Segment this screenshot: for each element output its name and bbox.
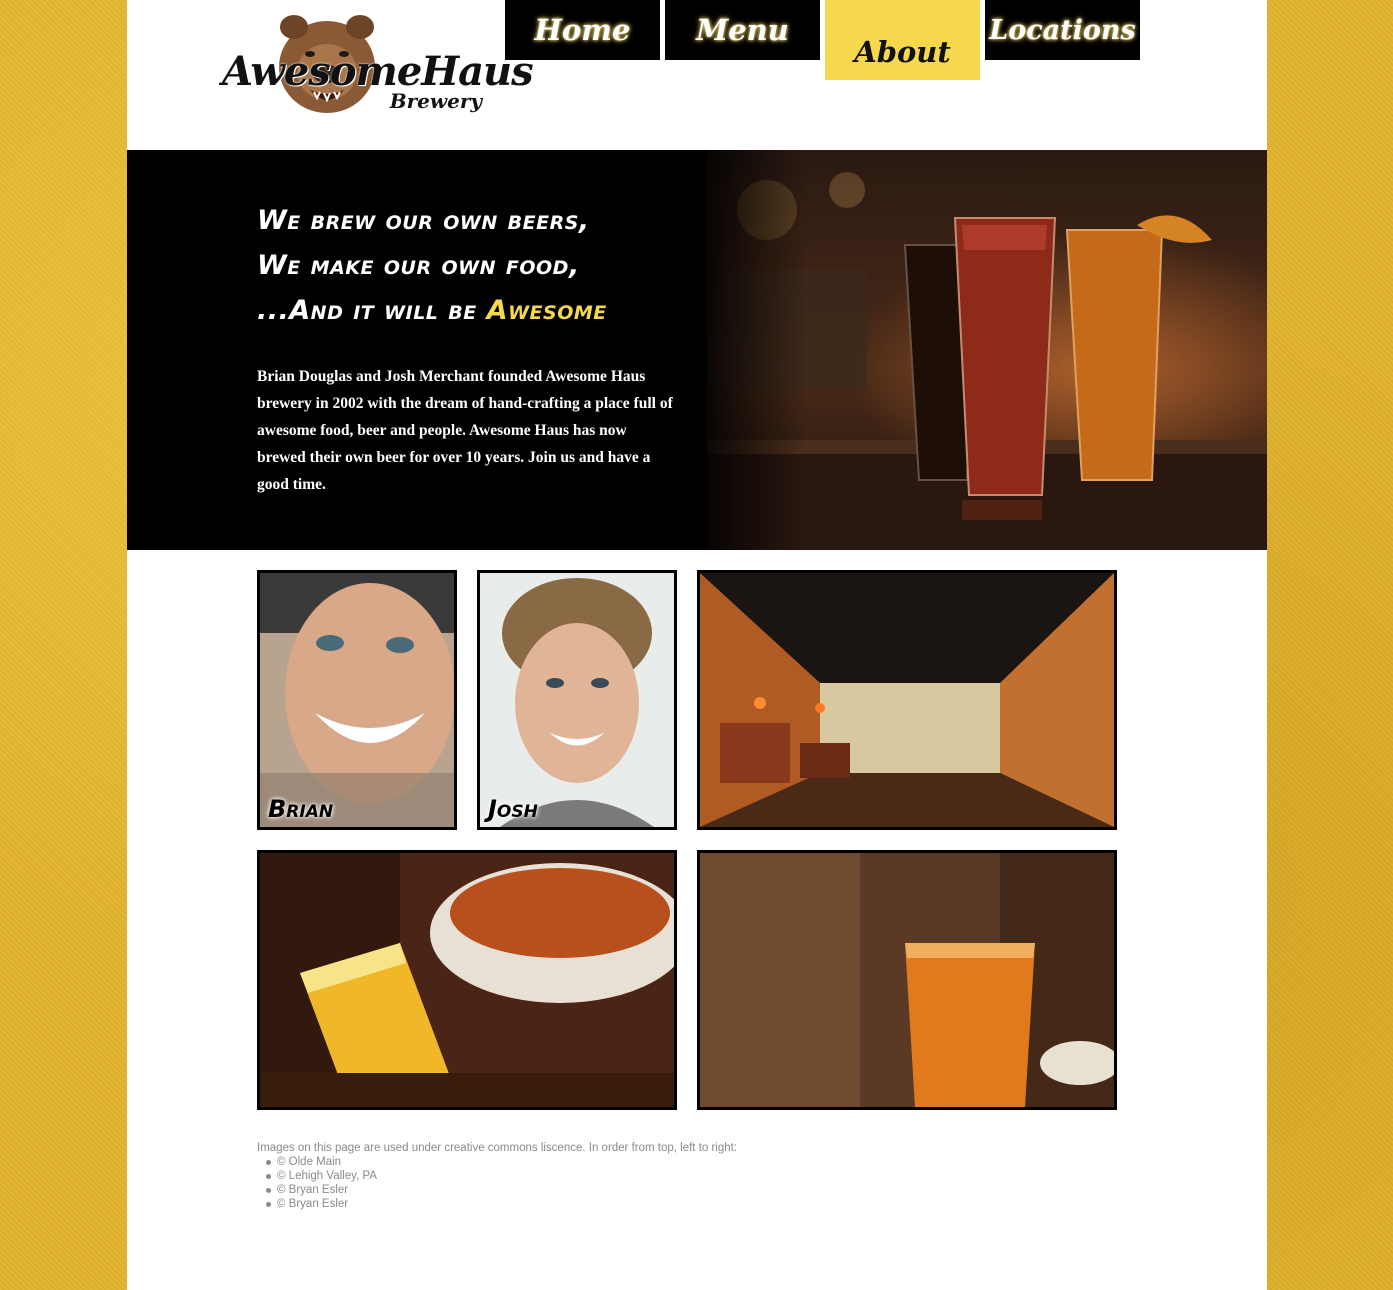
nav-menu[interactable]: Menu bbox=[665, 0, 820, 60]
credits-list: © Olde Main © Lehigh Valley, PA © Bryan … bbox=[257, 1155, 957, 1211]
brand-subtitle: Brewery bbox=[389, 89, 482, 113]
nav-locations[interactable]: Locations bbox=[985, 0, 1140, 60]
hero-banner: We brew our own beers, We make our own f… bbox=[127, 150, 1267, 550]
hero-body-text: Brian Douglas and Josh Merchant founded … bbox=[257, 368, 673, 493]
caption-brian: Brian bbox=[268, 795, 334, 823]
photo-amber-beer bbox=[697, 850, 1117, 1110]
hero-fade-overlay bbox=[687, 150, 807, 550]
credits-intro: Images on this page are used under creat… bbox=[257, 1142, 738, 1154]
brand-name: AwesomeHaus bbox=[222, 48, 534, 95]
photo-beer-and-salad bbox=[257, 850, 677, 1110]
caption-josh: Josh bbox=[488, 795, 538, 823]
hero-line-3: ...And it will be Awesome bbox=[257, 288, 697, 333]
credit-item: © Bryan Esler bbox=[266, 1183, 957, 1197]
image-credits: Images on this page are used under creat… bbox=[257, 1141, 957, 1211]
credit-item: © Olde Main bbox=[266, 1155, 957, 1169]
hero-line-2: We make our own food, bbox=[257, 250, 580, 281]
hero-line-3-prefix: ...And it will be bbox=[257, 295, 487, 326]
photo-brian: Brian bbox=[257, 570, 457, 830]
photo-restaurant-interior bbox=[697, 570, 1117, 830]
hero-headline: We brew our own beers, We make our own f… bbox=[257, 198, 697, 333]
photo-josh: Josh bbox=[477, 570, 677, 830]
credit-item: © Lehigh Valley, PA bbox=[266, 1169, 957, 1183]
nav-home[interactable]: Home bbox=[505, 0, 660, 60]
brand-logo[interactable]: AwesomeHaus Brewery bbox=[222, 12, 534, 120]
page-container: AwesomeHaus Brewery Home Menu About Loca… bbox=[127, 0, 1267, 1290]
nav-about[interactable]: About bbox=[825, 0, 980, 80]
hero-line-1: We brew our own beers, bbox=[257, 205, 590, 236]
credit-item: © Bryan Esler bbox=[266, 1197, 957, 1211]
hero-highlight-word: Awesome bbox=[486, 295, 607, 326]
